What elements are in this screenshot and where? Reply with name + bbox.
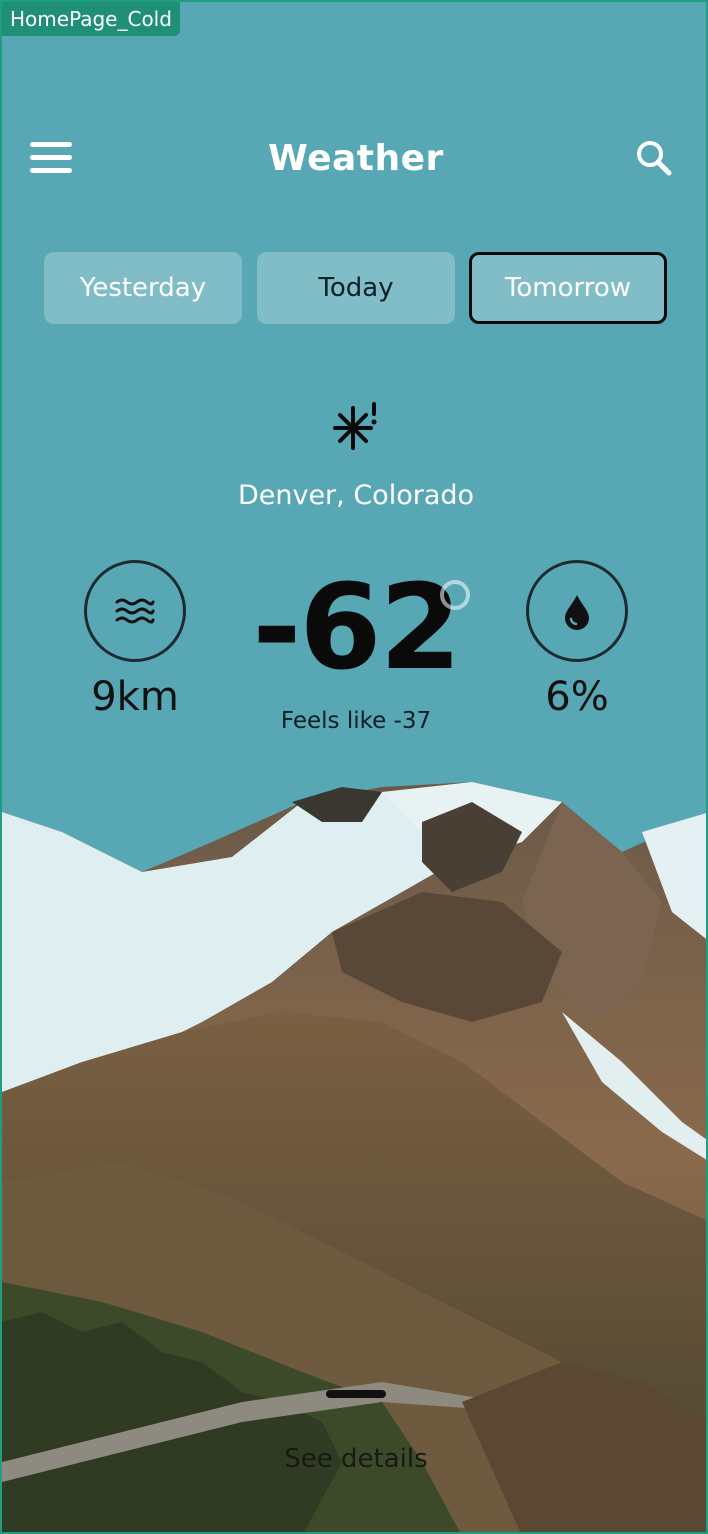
snowflake-alert-icon bbox=[333, 402, 377, 450]
tab-today[interactable]: Today bbox=[257, 252, 455, 324]
search-icon[interactable] bbox=[634, 138, 674, 178]
mountain-scene bbox=[2, 782, 706, 1532]
app-frame: HomePage_Cold Weather Yesterday Today To… bbox=[0, 0, 708, 1534]
page-title: Weather bbox=[268, 138, 444, 179]
humidity-indicator bbox=[526, 560, 628, 662]
water-drop-icon bbox=[565, 595, 589, 630]
top-bar: Weather bbox=[2, 132, 706, 188]
drag-handle[interactable] bbox=[326, 1390, 386, 1398]
tab-yesterday[interactable]: Yesterday bbox=[44, 252, 242, 324]
see-details-link[interactable]: See details bbox=[2, 1444, 706, 1474]
tab-tomorrow[interactable]: Tomorrow bbox=[469, 252, 667, 324]
frame-tag: HomePage_Cold bbox=[2, 2, 180, 36]
day-tabs: Yesterday Today Tomorrow bbox=[44, 252, 668, 324]
humidity-value: 6% bbox=[545, 674, 609, 720]
degree-symbol bbox=[440, 580, 470, 610]
location-label: Denver, Colorado bbox=[237, 480, 475, 511]
